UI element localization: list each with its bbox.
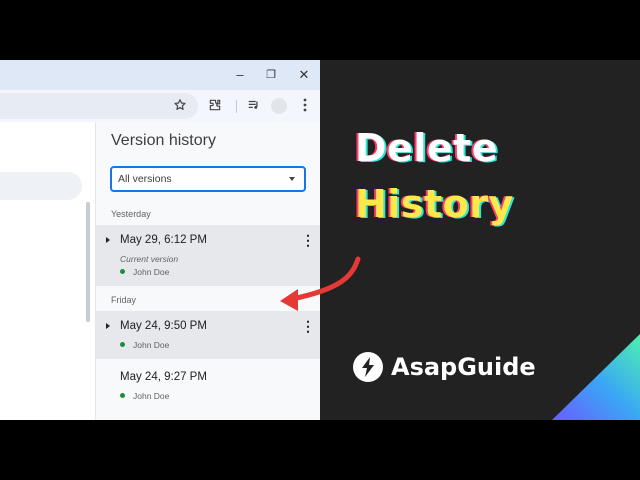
toolbar-divider: [236, 100, 237, 113]
document-scrollbar[interactable]: [86, 202, 90, 322]
kebab-menu-icon[interactable]: [297, 98, 313, 114]
extension-icon[interactable]: [207, 98, 223, 114]
version-item[interactable]: May 24, 9:27 PM John Doe: [96, 362, 320, 410]
version-date: May 24, 9:27 PM: [120, 371, 207, 383]
promo-panel: Delete History AsapGuide: [320, 60, 640, 420]
lightning-logo-icon: [353, 352, 383, 382]
brand-name: AsapGuide: [391, 353, 536, 381]
window-titlebar: – ❐ ✕: [0, 60, 320, 90]
video-frame: – ❐ ✕ Version history All versions Yeste…: [0, 60, 640, 420]
version-author: John Doe: [133, 340, 170, 350]
author-color-dot: [120, 342, 125, 347]
expand-arrow-icon[interactable]: [106, 323, 110, 329]
close-window-button[interactable]: ✕: [295, 66, 313, 84]
group-label-yesterday: Yesterday: [111, 209, 151, 219]
version-author: John Doe: [133, 391, 170, 401]
document-outline-item[interactable]: [0, 172, 82, 200]
chevron-down-icon: [289, 177, 295, 181]
version-more-icon[interactable]: ⋮: [301, 233, 315, 247]
version-filter-value: All versions: [118, 173, 172, 185]
version-date: May 29, 6:12 PM: [120, 234, 207, 246]
browser-window: – ❐ ✕ Version history All versions Yeste…: [0, 60, 320, 420]
profile-avatar[interactable]: [271, 98, 287, 114]
expand-arrow-icon[interactable]: [106, 237, 110, 243]
panel-title: Version history: [111, 132, 216, 149]
document-canvas: [0, 122, 95, 420]
author-color-dot: [120, 393, 125, 398]
author-color-dot: [120, 269, 125, 274]
version-date: May 24, 9:50 PM: [120, 320, 207, 332]
restore-button[interactable]: ❐: [262, 66, 280, 84]
headline-history: History: [355, 182, 514, 226]
minimize-button[interactable]: –: [231, 66, 249, 84]
current-version-label: Current version: [120, 254, 179, 264]
media-queue-icon[interactable]: [246, 98, 262, 114]
address-bar[interactable]: [0, 93, 198, 119]
headline-delete: Delete: [355, 126, 499, 170]
version-author: John Doe: [133, 267, 170, 277]
version-filter-select[interactable]: All versions: [110, 166, 306, 192]
red-arrow-annotation: [280, 256, 361, 311]
star-icon[interactable]: [172, 98, 188, 114]
gradient-corner-decoration: [552, 334, 640, 420]
group-label-friday: Friday: [111, 295, 137, 305]
browser-toolbar: [0, 90, 320, 122]
